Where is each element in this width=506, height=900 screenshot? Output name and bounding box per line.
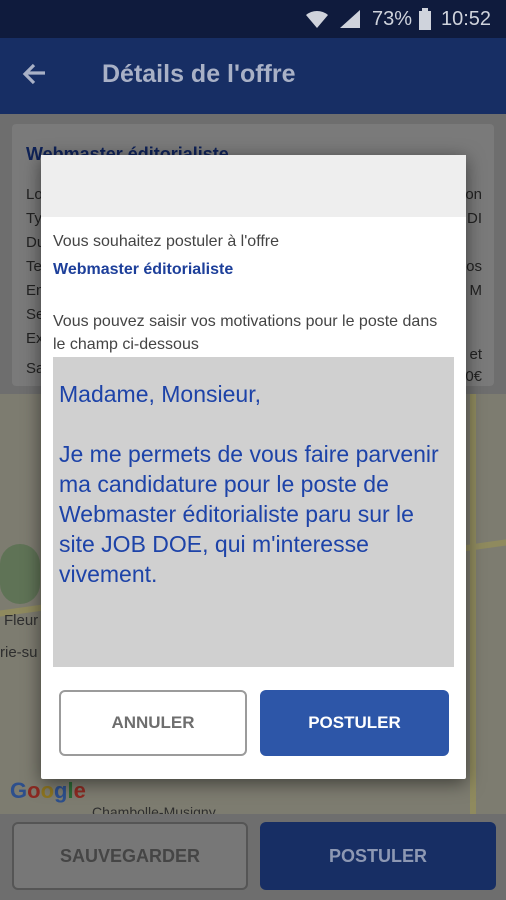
detail-value: on [465, 186, 482, 203]
app-bar: Détails de l'offre [0, 38, 506, 114]
detail-value: DI [467, 210, 482, 227]
map-park [0, 544, 40, 604]
motivation-hint: Vous pouvez saisir vos motivations pour … [53, 313, 438, 353]
arrow-back-icon [21, 61, 47, 92]
submit-application-button[interactable]: POSTULER [260, 690, 449, 756]
status-bar: 73% 10:52 [0, 0, 506, 38]
battery-icon [418, 0, 432, 38]
page-title: Détails de l'offre [102, 60, 296, 88]
save-button[interactable]: SAUVEGARDER [12, 822, 248, 890]
dialog-offer-title: Webmaster éditorialiste [53, 261, 234, 278]
bottom-action-bar: SAUVEGARDER POSTULER [0, 814, 506, 900]
detail-value: os [466, 258, 482, 275]
detail-label: Ty [26, 210, 42, 227]
cancel-button[interactable]: ANNULER [59, 690, 247, 756]
back-button[interactable] [14, 56, 54, 96]
dialog-header [41, 155, 466, 217]
detail-value: et [469, 346, 482, 363]
detail-value: 0€ [465, 368, 482, 385]
battery-percent: 73% [372, 7, 413, 30]
apply-button[interactable]: POSTULER [260, 822, 496, 890]
apply-dialog: Vous souhaitez postuler à l'offre Webmas… [41, 155, 466, 779]
signal-icon [338, 0, 362, 38]
google-logo: Google [10, 778, 86, 803]
map-road [470, 394, 476, 814]
map-label: rie-su [0, 644, 38, 661]
detail-label: Te [26, 258, 42, 275]
clock: 10:52 [441, 7, 492, 30]
motivation-textarea[interactable]: Madame, Monsieur, Je me permets de vous … [53, 357, 454, 667]
wifi-icon [304, 0, 330, 38]
map-label: Fleur [4, 612, 39, 629]
detail-value: M [469, 282, 483, 299]
dialog-intro: Vous souhaitez postuler à l'offre [53, 233, 280, 250]
